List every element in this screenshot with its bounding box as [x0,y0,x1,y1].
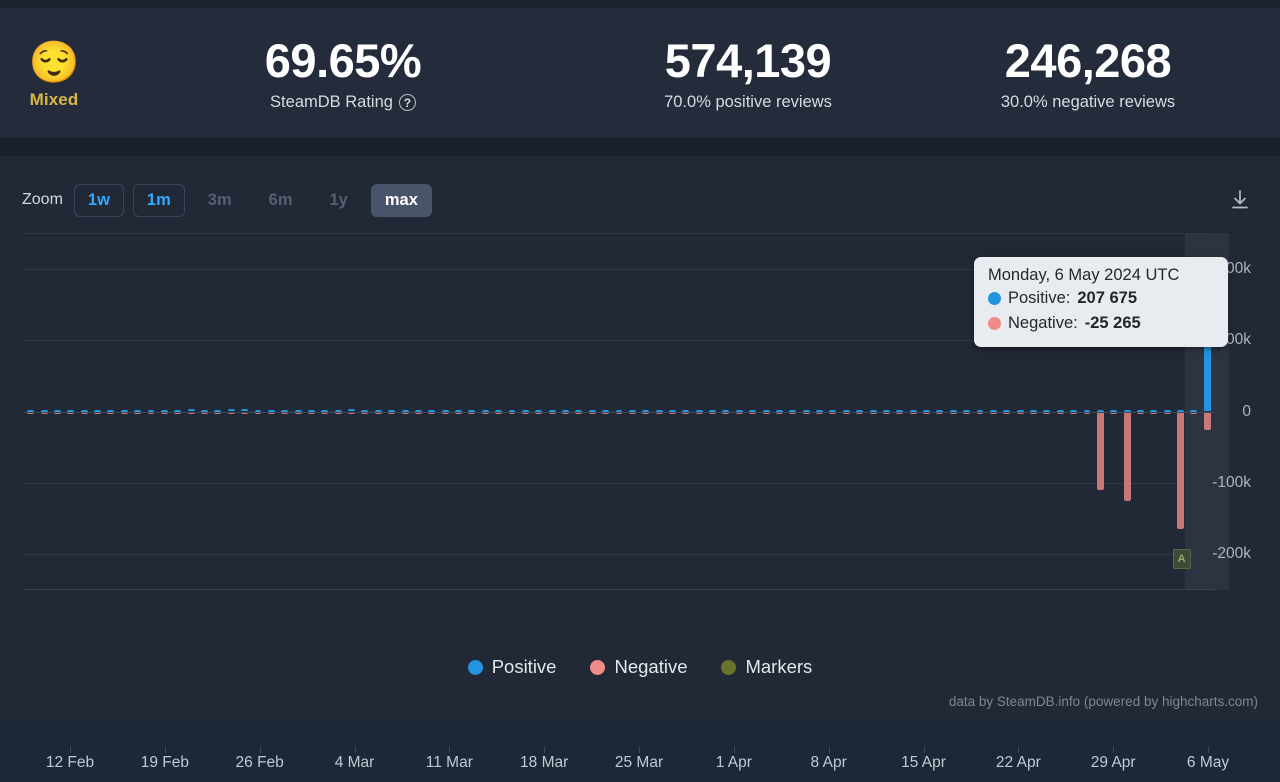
positive-reviews-count: 574,139 [664,34,832,87]
legend-swatch-icon [590,659,606,675]
zero-axis-line [24,411,1214,413]
review-summary-panel: 😌 Mixed 69.65% SteamDB Rating ? 574,139 … [0,8,1280,138]
plot-area[interactable]: A [24,233,1230,590]
x-tick-mark [544,746,546,753]
legend-label: Markers [745,656,813,677]
help-icon[interactable]: ? [398,94,416,111]
x-axis-labels: 12 Feb 19 Feb 26 Feb 4 Mar 11 Mar 18 Mar 25 Ma… [24,746,1229,782]
chart-marker-flag[interactable]: A [1172,548,1191,569]
panel-divider [0,138,1280,156]
x-tick-label: 6 May [1186,754,1230,771]
x-tick-mark [449,746,451,753]
gridline [24,268,1214,270]
bar-negative [1123,411,1131,501]
x-tick-label: 1 Apr [715,754,752,771]
legend-item-positive[interactable]: Positive [467,656,557,678]
negative-reviews-summary: 246,268 30.0% negative reviews [918,34,1258,112]
gridline [24,554,1214,556]
x-tick-label: 12 Feb [45,754,95,771]
x-tick-mark [1018,746,1020,753]
reviews-chart: Zoom 1w 1m 3m 6m 1y max A 200k 100k 0 -100k -200k… [0,156,1280,771]
gridline [24,340,1214,342]
x-tick-mark [639,746,640,753]
y-tick-label: -100k [1212,473,1251,491]
y-tick-label: 0 [1242,402,1251,420]
x-tick-label: 19 Feb [140,754,189,771]
legend-swatch-icon [721,659,737,675]
x-tick-mark [354,746,356,753]
bar-negative [1096,411,1104,491]
y-tick-label: 100k [1217,331,1251,349]
zoom-buttons: 1w 1m 3m 6m 1y max [73,184,432,217]
legend-label: Positive [491,656,557,677]
x-tick-label: 26 Feb [235,754,284,771]
x-tick-label: 22 Apr [995,754,1041,771]
x-tick-label: 11 Mar [425,754,473,771]
x-tick-mark [70,746,71,753]
x-axis-line [24,589,1214,590]
chart-credits[interactable]: data by SteamDB.info (powered by highcha… [949,694,1258,709]
negative-reviews-count: 246,268 [1004,34,1172,87]
zoom-button-1m[interactable]: 1m [132,184,185,217]
x-tick-label: 18 Mar [520,754,569,771]
y-tick-label: -200k [1212,545,1251,563]
top-strip [0,0,1280,8]
zoom-button-max[interactable]: max [370,184,432,217]
x-tick-mark [923,746,925,753]
positive-reviews-summary: 574,139 70.0% positive reviews [578,34,918,112]
y-axis-labels: 200k 100k 0 -100k -200k [1190,233,1254,590]
legend-item-markers[interactable]: Markers [721,656,812,678]
relieved-face-icon: 😌 [28,39,80,85]
steamdb-rating-summary: 69.65% SteamDB Rating ? [108,34,578,112]
steamdb-rating-value: 69.65% [264,34,422,87]
positive-reviews-label: 70.0% positive reviews [664,93,832,111]
gridline [24,482,1214,484]
x-tick-mark [1208,746,1209,753]
verdict-summary: 😌 Mixed [0,36,108,110]
bar-negative [1177,411,1185,530]
x-tick-label: 25 Mar [614,754,664,771]
x-tick-label: 4 Mar [334,754,375,771]
zoom-button-6m: 6m [255,184,307,217]
verdict-label: Mixed [29,90,79,109]
x-tick-label: 29 Apr [1090,754,1136,771]
steamdb-rating-caption: SteamDB Rating ? [270,93,416,112]
x-tick-label: 8 Apr [810,754,847,771]
gridline [24,233,1214,234]
x-tick-mark [828,746,830,753]
x-tick-mark [733,746,735,753]
legend-swatch-icon [467,659,483,675]
zoom-button-1w[interactable]: 1w [73,184,124,217]
x-tick-label: 15 Apr [901,754,946,771]
steamdb-rating-label: SteamDB Rating [270,93,393,111]
x-tick-mark [259,746,261,753]
zoom-range-selector: Zoom 1w 1m 3m 6m 1y max [22,184,432,217]
negative-reviews-label: 30.0% negative reviews [1000,93,1176,111]
chart-legend: Positive Negative Markers [0,656,1280,678]
zoom-button-3m: 3m [194,184,246,217]
zoom-button-1y: 1y [316,184,362,217]
y-tick-label: 200k [1217,259,1251,277]
x-tick-mark [164,746,166,753]
x-tick-mark [1113,746,1115,753]
legend-label: Negative [614,656,688,677]
legend-item-negative[interactable]: Negative [590,656,687,678]
download-icon[interactable] [1224,184,1256,216]
zoom-label: Zoom [22,191,63,209]
